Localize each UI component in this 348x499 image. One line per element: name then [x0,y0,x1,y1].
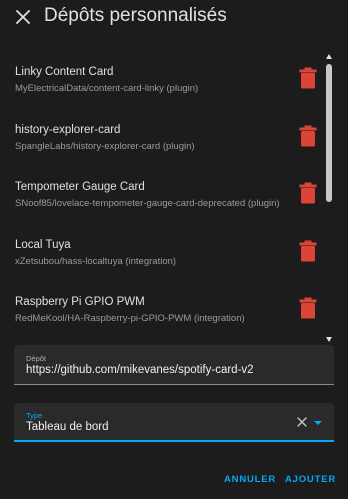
repository-item: Raspberry Pi GPIO PWM RedMeKool/HA-Raspb… [0,282,334,340]
delete-repository-button[interactable] [296,181,320,205]
category-select[interactable]: Type Tableau de bord [14,403,334,442]
repository-item: Linky Content Card MyElectricalData/cont… [0,52,334,110]
repository-item: Local Tuya xZetsubou/hass-localtuya (int… [0,225,334,283]
scroll-down-arrow-icon[interactable] [326,337,332,342]
close-button[interactable] [11,5,35,29]
repository-item: history-explorer-card SpangleLabs/histor… [0,110,334,168]
delete-repository-button[interactable] [296,66,320,90]
category-selected-value[interactable]: Tableau de bord [26,421,108,433]
chevron-down-icon[interactable] [314,421,322,425]
repository-item: Tempometer Gauge Card SNoof85/lovelace-t… [0,167,334,225]
repository-description: xZetsubou/hass-localtuya (integration) [15,255,177,267]
trash-icon [299,67,317,89]
repository-name: Tempometer Gauge Card [15,181,145,193]
add-button[interactable]: AJOUTER [285,474,336,485]
repository-url-input[interactable]: https://github.com/mikevanes/spotify-car… [26,364,254,376]
trash-icon [299,240,317,261]
clear-icon [297,417,307,427]
clear-selection-button[interactable] [295,415,309,429]
dialog-header: Dépôts personnalisés [0,0,348,36]
trash-icon [299,182,317,204]
repository-name: Raspberry Pi GPIO PWM [15,296,145,308]
delete-repository-button[interactable] [296,124,320,148]
repository-url-field[interactable]: Dépôt https://github.com/mikevanes/spoti… [14,345,334,385]
repository-description: RedMeKool/HA-Raspberry-pi-GPIO-PWM (inte… [15,313,245,324]
category-label: Type [26,411,43,420]
repository-name: Linky Content Card [15,66,114,78]
dialog-title: Dépôts personnalisés [44,5,227,26]
delete-repository-button[interactable] [296,296,320,320]
scroll-up-arrow-icon[interactable] [326,54,332,59]
cancel-button[interactable]: ANNULER [224,474,276,485]
repository-url-label: Dépôt [26,354,47,363]
trash-icon [299,297,317,319]
repository-description: SpangleLabs/history-explorer-card (plugi… [15,140,195,152]
custom-repositories-dialog: Dépôts personnalisés Linky Content Card … [0,0,348,499]
repository-description: MyElectricalData/content-card-linky (plu… [15,83,199,94]
repository-description: SNoof85/lovelace-tempometer-gauge-card-d… [15,198,280,209]
list-scrollbar[interactable] [325,52,334,344]
scrollbar-thumb[interactable] [326,64,332,202]
repository-name: Local Tuya [15,238,71,251]
close-icon [16,10,30,24]
repository-name: history-explorer-card [15,123,121,136]
repository-list[interactable]: Linky Content Card MyElectricalData/cont… [0,52,334,342]
delete-repository-button[interactable] [296,239,320,263]
trash-icon [299,125,317,146]
